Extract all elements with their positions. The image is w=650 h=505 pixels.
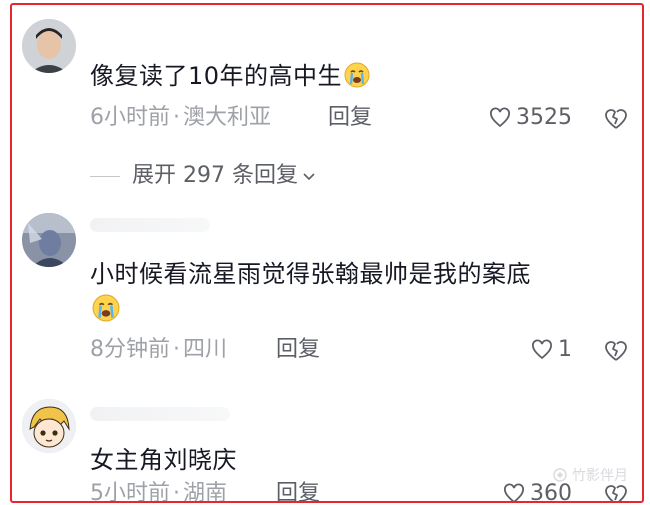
username-blurred	[90, 218, 210, 232]
comment-text: 像复读了10年的高中生	[90, 57, 630, 95]
comment-meta: 5小时前 · 湖南	[90, 479, 228, 503]
chevron-down-icon	[303, 173, 315, 181]
comment-time: 5小时前	[90, 481, 170, 503]
avatar[interactable]	[22, 213, 76, 267]
dislike-button[interactable]	[602, 105, 630, 133]
watermark: 竹影伴月	[552, 465, 628, 485]
reply-button[interactable]: 回复	[276, 335, 320, 365]
comment-time: 6小时前	[90, 105, 170, 130]
meta-separator: ·	[173, 337, 180, 362]
expand-replies-button[interactable]: 展开 297 条回复	[90, 161, 317, 191]
comment-panel: 像复读了10年的高中生 6小时前 · 澳大利亚 回复 3525 展开 297 条回复	[10, 3, 644, 503]
watermark-logo-icon	[553, 468, 567, 482]
avatar[interactable]	[22, 399, 76, 453]
comment-meta: 8分钟前 · 四川	[90, 335, 227, 365]
broken-heart-icon	[605, 109, 627, 129]
comment-meta: 6小时前 · 澳大利亚	[90, 103, 271, 133]
divider	[90, 175, 120, 177]
meta-separator: ·	[173, 105, 180, 130]
reply-button[interactable]: 回复	[328, 103, 372, 133]
like-button[interactable]: 1	[530, 335, 572, 365]
dislike-button[interactable]	[602, 337, 630, 365]
loudly-crying-face-icon	[344, 61, 370, 88]
comment-location: 湖南	[183, 481, 228, 503]
loudly-crying-face-icon	[92, 294, 120, 322]
username-blurred	[90, 407, 230, 421]
comment-time: 8分钟前	[90, 337, 170, 362]
meta-separator: ·	[173, 481, 180, 503]
comment-text: 小时候看流星雨觉得张翰最帅是我的案底	[90, 260, 531, 288]
like-count: 3525	[516, 105, 572, 130]
heart-icon	[504, 483, 524, 501]
comment-text: 女主角刘晓庆	[90, 446, 237, 474]
heart-icon	[532, 339, 552, 360]
heart-icon	[490, 107, 510, 128]
comment-location: 澳大利亚	[183, 105, 272, 130]
like-count: 1	[558, 337, 572, 362]
broken-heart-icon	[605, 341, 627, 361]
reply-button[interactable]: 回复	[276, 479, 320, 501]
avatar[interactable]	[22, 19, 76, 73]
comment-location: 四川	[183, 337, 228, 362]
like-button[interactable]: 3525	[488, 103, 572, 133]
